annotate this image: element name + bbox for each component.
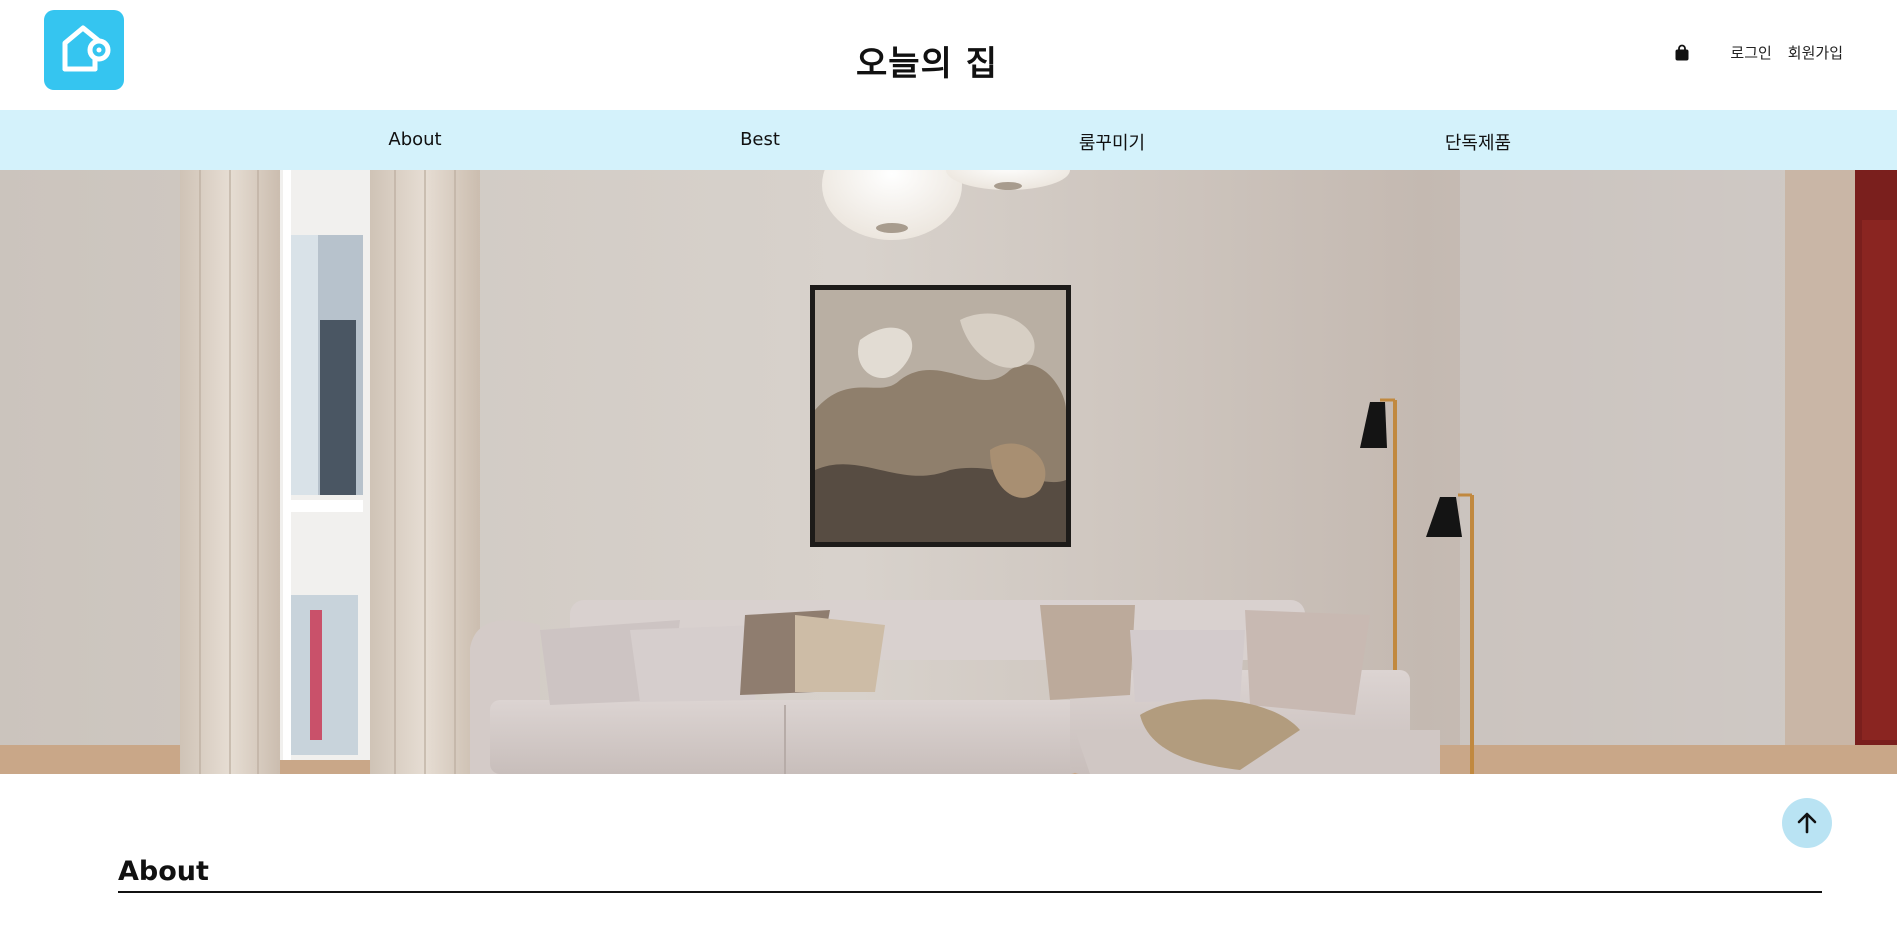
- living-room-hero-image: [0, 170, 1897, 774]
- nav-item-best[interactable]: Best: [740, 129, 780, 150]
- nav-item-exclusive[interactable]: 단독제품: [1445, 129, 1511, 155]
- section-divider: [118, 891, 1822, 893]
- login-link[interactable]: 로그인: [1730, 42, 1771, 63]
- arrow-up-icon: [1794, 810, 1820, 836]
- user-menu: 로그인 회원가입: [1674, 42, 1843, 63]
- section-title-about: About: [118, 856, 209, 887]
- main-nav: About Best 룸꾸미기 단독제품: [0, 110, 1897, 170]
- site-header: 오늘의 집 로그인 회원가입: [0, 0, 1897, 110]
- shopping-bag-icon[interactable]: [1674, 44, 1690, 62]
- signup-link[interactable]: 회원가입: [1788, 42, 1843, 63]
- nav-item-about[interactable]: About: [388, 129, 441, 150]
- nav-item-room-decor[interactable]: 룸꾸미기: [1079, 129, 1145, 155]
- site-title: 오늘의 집: [856, 44, 998, 84]
- scroll-to-top-button[interactable]: [1782, 798, 1832, 848]
